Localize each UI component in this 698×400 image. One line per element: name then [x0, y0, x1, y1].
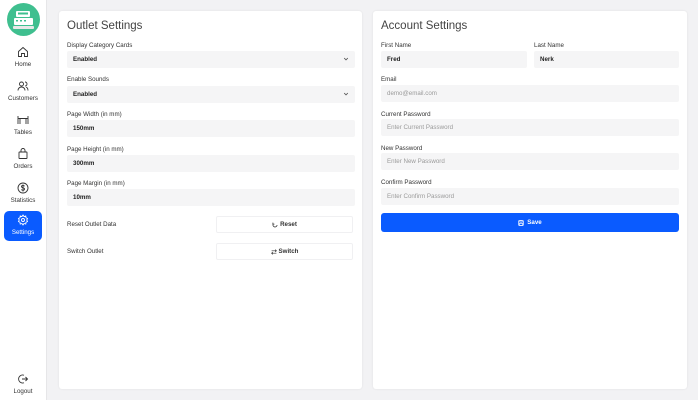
sidebar-item-home[interactable]: Home — [4, 43, 42, 73]
save-button[interactable]: Save — [381, 213, 679, 232]
sidebar-item-orders[interactable]: Orders — [4, 145, 42, 175]
gear-icon — [17, 214, 29, 226]
sidebar-item-customers[interactable]: Customers — [4, 77, 42, 107]
page-margin-input[interactable]: 10mm — [67, 189, 355, 206]
page-height-input[interactable]: 300mm — [67, 155, 355, 172]
refresh-icon — [272, 222, 278, 227]
cash-register-icon — [13, 11, 34, 29]
confirm-password-label: Confirm Password — [381, 179, 432, 186]
current-password-field[interactable]: Enter Current Password — [381, 119, 679, 136]
logout-icon — [18, 374, 29, 384]
app-logo[interactable] — [7, 3, 40, 36]
current-password-label: Current Password — [381, 111, 431, 118]
dollar-icon — [17, 182, 29, 194]
reset-outlet-data-label: Reset Outlet Data — [67, 221, 117, 228]
sidebar-item-label: Statistics — [10, 197, 36, 204]
page-width-label: Page Width (in mm) — [67, 111, 122, 118]
first-name-input[interactable]: Fred — [381, 51, 527, 68]
reset-button-label: Reset — [280, 221, 297, 228]
sidebar: Home Customers Tables Orders Statistics … — [0, 0, 47, 400]
switch-outlet-label: Switch Outlet — [67, 248, 104, 255]
new-password-field[interactable]: Enter New Password — [381, 153, 679, 170]
email-placeholder: demo@email.com — [387, 90, 437, 97]
chevron-down-icon — [343, 57, 349, 61]
sidebar-item-tables[interactable]: Tables — [4, 111, 42, 141]
bag-icon — [18, 148, 28, 159]
confirm-password-field[interactable]: Enter Confirm Password — [381, 188, 679, 205]
enable-sounds-value: Enabled — [73, 91, 98, 98]
confirm-password-placeholder: Enter Confirm Password — [387, 193, 455, 200]
first-name-label: First Name — [381, 42, 412, 49]
email-label: Email — [381, 76, 397, 83]
sidebar-item-label: Tables — [14, 129, 32, 136]
users-icon — [17, 81, 29, 91]
outlet-settings-panel: Outlet Settings Display Category Cards E… — [59, 11, 362, 389]
table-icon — [17, 116, 29, 124]
sidebar-item-settings[interactable]: Settings — [4, 211, 42, 241]
last-name-input[interactable]: Nerk — [534, 51, 679, 68]
current-password-placeholder: Enter Current Password — [387, 124, 454, 131]
sidebar-item-label: Customers — [8, 95, 38, 102]
enable-sounds-select[interactable]: Enabled — [67, 86, 355, 103]
sidebar-item-label: Home — [14, 61, 32, 68]
save-button-label: Save — [527, 219, 542, 226]
page-margin-value: 10mm — [73, 194, 91, 201]
new-password-label: New Password — [381, 145, 423, 152]
page-width-input[interactable]: 150mm — [67, 120, 355, 137]
page-height-label: Page Height (in mm) — [67, 146, 124, 153]
logout-button[interactable]: Logout — [4, 370, 42, 400]
account-settings-panel: Account Settings First Name Fred Last Na… — [373, 11, 687, 389]
switch-button-label: Switch — [278, 248, 299, 255]
display-category-cards-value: Enabled — [73, 56, 98, 63]
switch-arrows-icon — [270, 248, 277, 255]
reset-button[interactable]: Reset — [216, 216, 353, 233]
home-icon — [18, 46, 28, 57]
save-icon — [518, 219, 524, 226]
page-margin-label: Page Margin (in mm) — [67, 180, 125, 187]
first-name-value: Fred — [387, 56, 401, 63]
enable-sounds-label: Enable Sounds — [67, 76, 109, 83]
display-category-cards-label: Display Category Cards — [67, 42, 133, 49]
email-field[interactable]: demo@email.com — [381, 85, 679, 102]
chevron-down-icon — [343, 92, 349, 96]
outlet-settings-title: Outlet Settings — [67, 20, 143, 32]
logout-label: Logout — [13, 388, 33, 395]
sidebar-item-label: Orders — [13, 163, 33, 170]
switch-button[interactable]: Switch — [216, 243, 353, 260]
page-width-value: 150mm — [73, 125, 95, 132]
last-name-label: Last Name — [534, 42, 564, 49]
account-settings-title: Account Settings — [381, 20, 468, 32]
last-name-value: Nerk — [540, 56, 554, 63]
display-category-cards-select[interactable]: Enabled — [67, 51, 355, 68]
sidebar-item-label: Settings — [11, 229, 35, 236]
new-password-placeholder: Enter New Password — [387, 158, 445, 165]
page-height-value: 300mm — [73, 160, 95, 167]
sidebar-item-statistics[interactable]: Statistics — [4, 179, 42, 209]
